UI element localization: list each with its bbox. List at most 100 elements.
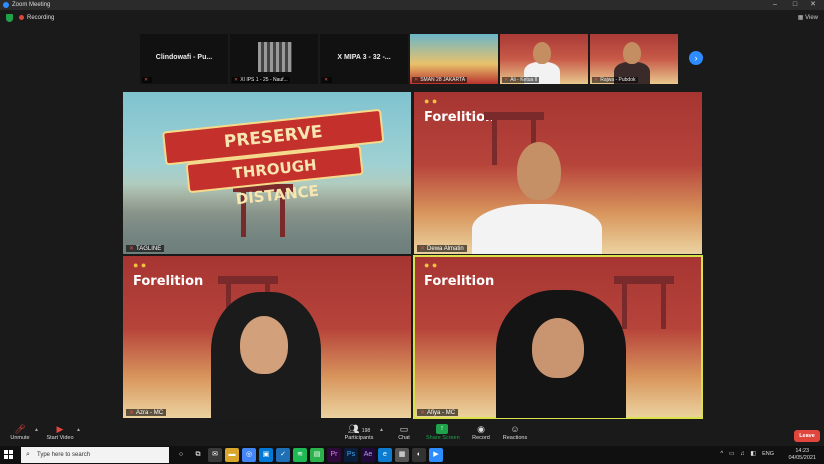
strip-tile-label: ✕ Rajwa - Pubdok — [592, 77, 638, 83]
unmute-button[interactable]: 🎤︎ Unmute — [6, 424, 34, 441]
share-arrow-icon: ↑ — [436, 424, 448, 434]
muted-mic-icon: ✕ — [594, 77, 599, 83]
tray-icons[interactable]: ^ ▭ ♫ ◧ — [720, 450, 758, 457]
participants-count: 198 — [361, 428, 371, 434]
participants-button[interactable]: 👥︎ 198 Participants — [343, 424, 375, 441]
muted-mic-icon: ✕ — [420, 246, 426, 252]
task-view-icon[interactable]: ⧉ — [191, 448, 205, 462]
app-icon[interactable]: ▦ — [395, 448, 409, 462]
zoom-app-icon — [3, 2, 9, 8]
share-screen-label: Share Screen — [426, 435, 460, 441]
video-tile-azra[interactable]: ● ● Forelition ✕ Azra - MC — [123, 256, 411, 418]
start-video-label: Start Video — [46, 435, 74, 441]
muted-mic-icon: ✕ — [414, 77, 419, 83]
tile-name-text: Azra - MC — [136, 410, 164, 416]
chat-label: Chat — [398, 435, 410, 441]
strip-tile-text: XI IPS 1 - 25 - Nauf... — [240, 77, 288, 83]
participant-face — [533, 42, 551, 64]
mic-muted-icon: 🎤︎ — [14, 424, 26, 434]
file-explorer-icon[interactable]: ▬ — [225, 448, 239, 462]
strip-tile-text: Ali - Ketua II — [510, 77, 538, 83]
participant-face — [240, 316, 288, 374]
close-button[interactable]: ✕ — [804, 0, 822, 10]
tile-name-text: Afiya - MC — [427, 410, 456, 416]
video-tile-tagline[interactable]: PRESERVE TRADITIONS THROUGH DISTANCE ✕TA… — [123, 92, 411, 254]
after-effects-icon[interactable]: Ae — [361, 448, 375, 462]
muted-mic-icon: ✕ — [234, 77, 239, 83]
strip-tile[interactable]: X MIPA 3 - 32 -... ✕ — [320, 34, 408, 84]
next-page-arrow-icon[interactable]: › — [689, 51, 703, 65]
minimize-button[interactable]: – — [766, 0, 784, 10]
participants-label: Participants — [344, 435, 374, 441]
window-titlebar: Zoom Meeting – □ ✕ — [0, 0, 824, 10]
window-title: Zoom Meeting — [12, 2, 51, 8]
language-indicator[interactable]: ENG — [762, 451, 774, 457]
strip-tile[interactable]: Clindowafi - Pu... ✕ — [140, 34, 228, 84]
strip-tile[interactable]: ✕ XI IPS 1 - 25 - Nauf... — [230, 34, 318, 84]
security-shield-icon[interactable] — [6, 14, 13, 22]
strip-tile-name: X MIPA 3 - 32 -... — [337, 54, 391, 61]
clock[interactable]: 14:23 04/05/2021 — [788, 448, 816, 462]
tile-name-text: TAGLINE — [136, 246, 162, 252]
muted-mic-icon: ✕ — [129, 246, 135, 252]
participant-video — [258, 42, 292, 72]
chat-bubble-icon: ▭ — [399, 424, 409, 434]
participant-face — [532, 318, 584, 378]
record-button[interactable]: ◉ Record — [470, 424, 492, 441]
search-icon: ⌕ — [26, 451, 30, 458]
video-tile-afiya[interactable]: ● ● Forelition ✕ Afiya - MC — [413, 255, 703, 419]
edge-icon[interactable]: e — [378, 448, 392, 462]
clock-date: 04/05/2021 — [788, 455, 816, 461]
participant-face — [623, 42, 641, 64]
check-app-icon[interactable]: ✓ — [276, 448, 290, 462]
strip-tile-label: ✕ Ali - Ketua II — [502, 77, 540, 83]
taskbar-search-input[interactable]: ⌕ Type here to search — [21, 447, 169, 463]
audio-options-caret-icon[interactable]: ▲ — [34, 427, 39, 433]
tile-name-text: Dewa Almatin — [427, 246, 464, 252]
zoom-taskbar-icon[interactable]: ▶ — [429, 448, 443, 462]
store-icon[interactable]: ▣ — [259, 448, 273, 462]
strip-tile-label: ✕ XI IPS 1 - 25 - Nauf... — [232, 77, 290, 83]
tagline-banner: PRESERVE TRADITIONS THROUGH DISTANCE — [161, 103, 388, 208]
participants-caret-icon[interactable]: ▲ — [379, 427, 384, 433]
strip-tile-name: Clindowafi - Pu... — [155, 54, 213, 61]
video-tile-dewa[interactable]: ● ● Forelition ✕ Dewa Almatin — [414, 92, 702, 254]
chrome-icon[interactable]: ◎ — [242, 448, 256, 462]
photoshop-icon[interactable]: Ps — [344, 448, 358, 462]
cortana-icon[interactable]: ○ — [174, 448, 188, 462]
mail-icon[interactable]: ✉ — [208, 448, 222, 462]
search-placeholder: Type here to search — [37, 452, 91, 458]
torii-gate-graphic — [614, 276, 674, 329]
strip-tile[interactable]: ✕ SMAN 28 JAKARTA — [410, 34, 498, 84]
share-screen-button[interactable]: ↑ Share Screen — [426, 424, 460, 441]
muted-mic-icon: ✕ — [129, 410, 135, 416]
maximize-button[interactable]: □ — [786, 0, 804, 10]
leave-button[interactable]: Leave — [794, 430, 820, 442]
reactions-button[interactable]: ☺ Reactions — [502, 424, 528, 441]
strip-tile[interactable]: ✕ Ali - Ketua II — [500, 34, 588, 84]
video-options-caret-icon[interactable]: ▲ — [76, 427, 81, 433]
line-icon[interactable]: ▤ — [310, 448, 324, 462]
reactions-smiley-icon: ☺ — [510, 424, 520, 434]
strip-tile-text: SMAN 28 JAKARTA — [420, 77, 466, 83]
strip-tile-label: ✕ — [322, 77, 333, 83]
steam-icon[interactable]: ◐ — [412, 448, 426, 462]
record-dot-icon — [19, 14, 24, 20]
spotify-icon[interactable]: ≋ — [293, 448, 307, 462]
muted-mic-icon: ✕ — [324, 77, 329, 83]
participant-body — [472, 204, 602, 254]
windows-start-icon[interactable] — [4, 450, 14, 460]
muted-mic-icon: ✕ — [504, 77, 509, 83]
premiere-icon[interactable]: Pr — [327, 448, 341, 462]
reactions-label: Reactions — [502, 435, 528, 441]
chat-button[interactable]: ▭ Chat — [394, 424, 414, 441]
record-label: Record — [472, 435, 490, 441]
recording-indicator[interactable]: Recording — [19, 10, 54, 26]
meeting-topbar: Recording ▦ View — [0, 10, 824, 26]
strip-tile[interactable]: ✕ Rajwa - Pubdok — [590, 34, 678, 84]
start-video-button[interactable]: ▶ Start Video — [44, 424, 76, 441]
meeting-toolbar: 🎤︎ Unmute ▲ ▶ Start Video ▲ 👥︎ 198 Parti… — [0, 422, 824, 446]
view-button[interactable]: ▦ View — [798, 10, 818, 26]
tile-name-label: ✕ Afiya - MC — [417, 409, 459, 416]
brand-badges-icon: ● ● — [424, 96, 438, 106]
